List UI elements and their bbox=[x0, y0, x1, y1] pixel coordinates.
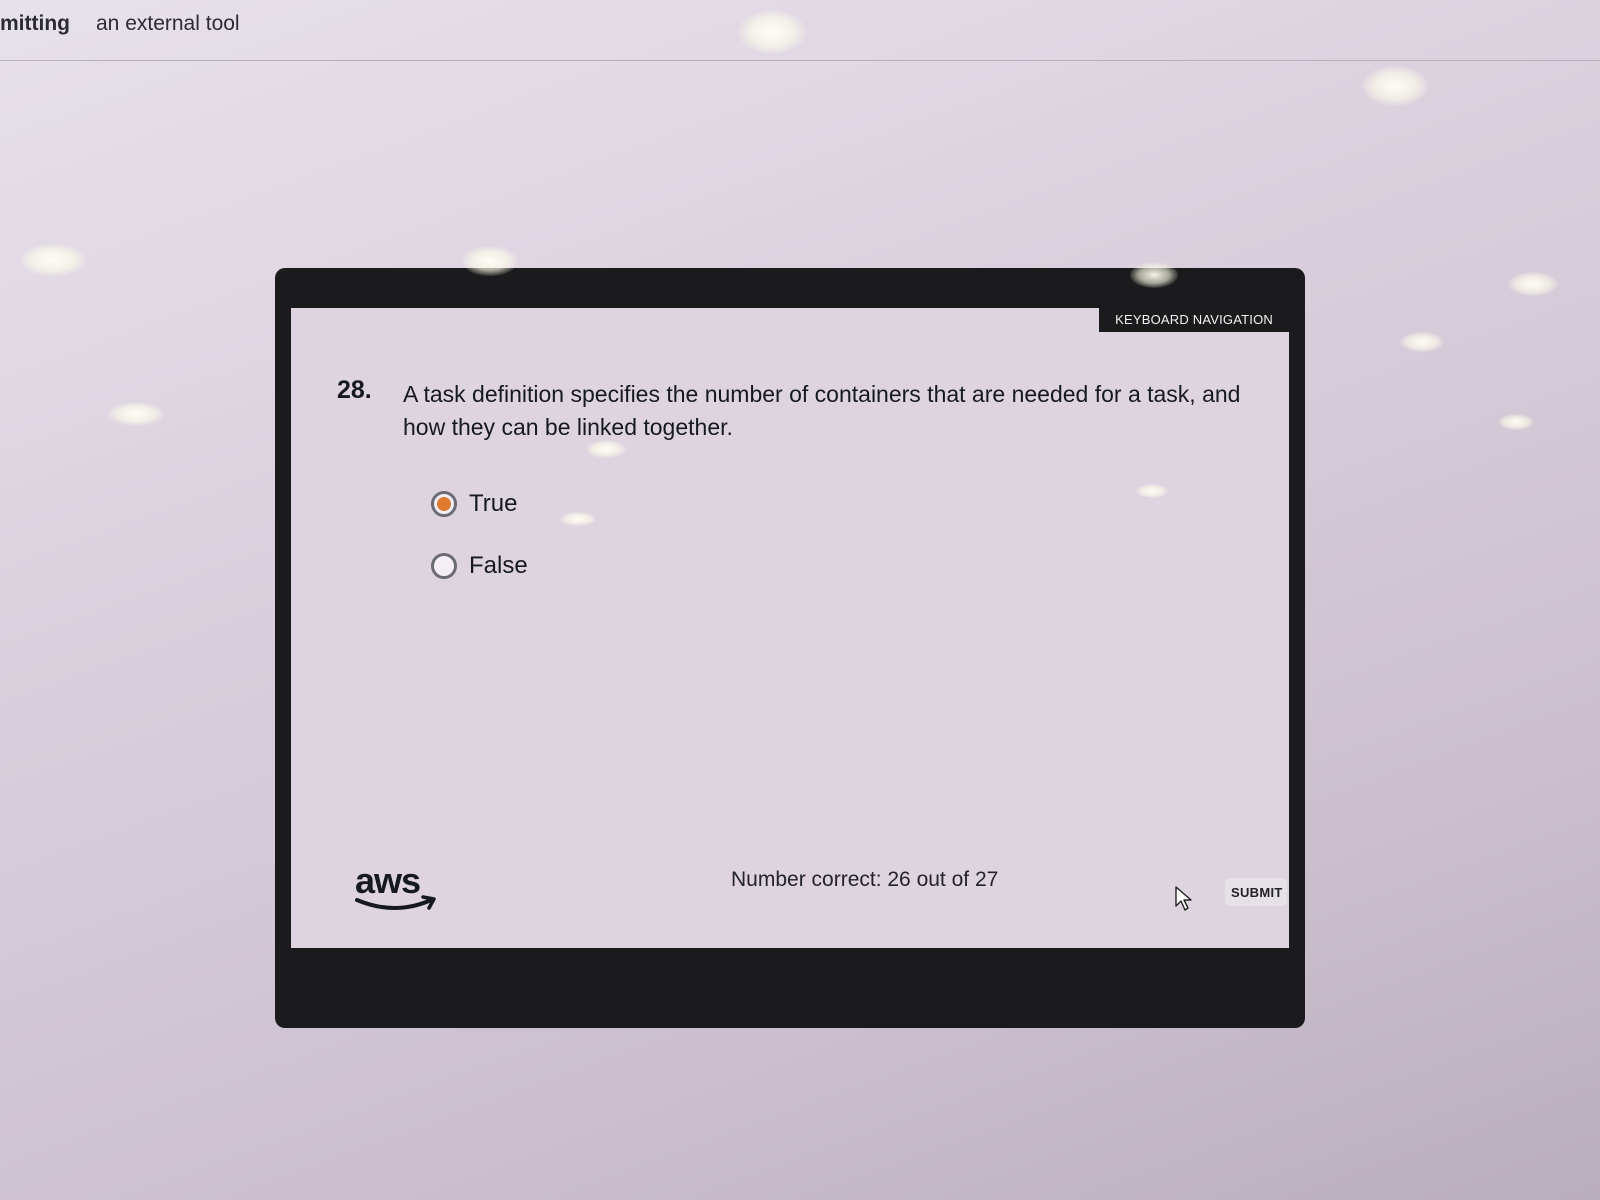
aws-smile-icon bbox=[355, 895, 436, 910]
quiz-content: 28. A task definition specifies the numb… bbox=[291, 308, 1289, 948]
radio-unselected-icon[interactable] bbox=[431, 553, 457, 579]
question-number: 28. bbox=[337, 376, 372, 404]
breadcrumb-item[interactable]: mitting bbox=[0, 12, 70, 36]
option-label: False bbox=[469, 552, 528, 579]
option-true[interactable]: True bbox=[431, 484, 528, 524]
breadcrumb: mitting an external tool bbox=[0, 0, 1600, 61]
mouse-pointer-icon bbox=[1175, 886, 1192, 911]
submit-button[interactable]: SUBMIT bbox=[1225, 878, 1287, 906]
keyboard-navigation-button[interactable]: KEYBOARD NAVIGATION bbox=[1099, 308, 1289, 332]
quiz-frame: KEYBOARD NAVIGATION 28. A task definitio… bbox=[275, 268, 1305, 1028]
aws-logo: aws bbox=[355, 860, 445, 920]
light-reflection bbox=[1400, 332, 1444, 352]
score-text: Number correct: 26 out of 27 bbox=[731, 868, 999, 891]
option-false[interactable]: False bbox=[431, 546, 528, 586]
light-reflection bbox=[20, 244, 86, 276]
option-label: True bbox=[469, 490, 518, 517]
radio-dot-icon bbox=[437, 497, 451, 511]
light-reflection bbox=[108, 402, 164, 426]
light-reflection bbox=[1508, 272, 1558, 296]
light-reflection bbox=[1362, 66, 1428, 106]
radio-selected-icon[interactable] bbox=[431, 491, 457, 517]
light-reflection bbox=[1498, 414, 1534, 430]
answer-options: True False bbox=[431, 484, 528, 608]
question-text: A task definition specifies the number o… bbox=[403, 381, 1241, 440]
breadcrumb-item-external-tool[interactable]: an external tool bbox=[96, 12, 240, 36]
